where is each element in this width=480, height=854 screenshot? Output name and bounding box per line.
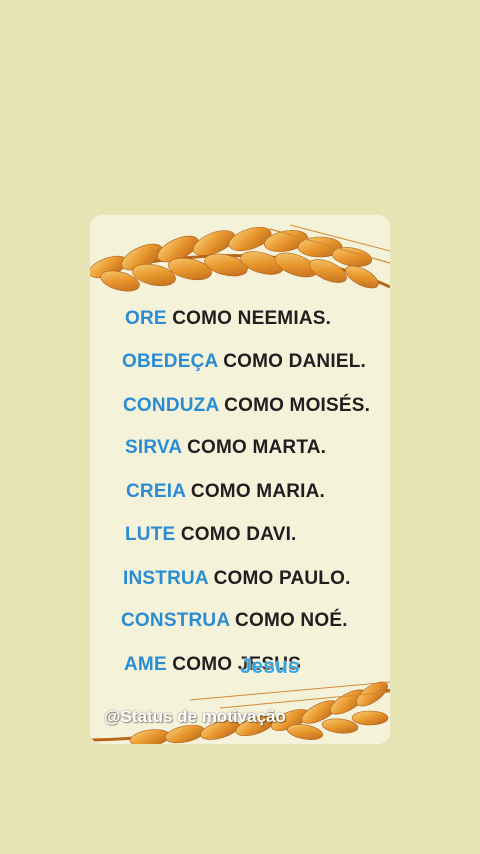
quote-line-6: LUTE COMO DAVI. [125, 524, 297, 545]
jesus-overlay-text: Jesus [240, 655, 300, 678]
watermark-handle: @Status de motivação [104, 707, 286, 726]
quote-line-3: CONDUZA COMO MOISÉS. [123, 395, 371, 416]
quote-line-2: OBEDEÇA COMO DANIEL. [122, 351, 366, 372]
quote-line-5: CREIA COMO MARIA. [126, 481, 326, 502]
quote-line-7: INSTRUA COMO PAULO. [123, 568, 351, 589]
quote-line-1: ORE COMO NEEMIAS. [125, 308, 332, 329]
quote-line-4: SIRVA COMO MARTA. [125, 437, 327, 458]
quote-card: ORE COMO NEEMIAS. OBEDEÇA COMO DANIEL. C… [90, 215, 390, 744]
quote-line-8: CONSTRUA COMO NOÉ. [121, 610, 348, 631]
